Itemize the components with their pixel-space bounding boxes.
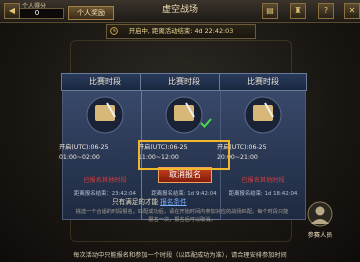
info-mid: 的才能	[138, 198, 159, 206]
close-icon[interactable]: ✕	[344, 3, 360, 19]
help-icon[interactable]: ?	[318, 3, 334, 19]
scroll-icon	[86, 96, 124, 134]
card-header: 比赛时段	[140, 73, 228, 91]
checkmark-icon	[200, 118, 212, 128]
card-header: 比赛时段	[61, 73, 149, 91]
page-title: 虚空战场	[161, 5, 198, 15]
clock-icon	[110, 27, 118, 35]
bottom-note: 每次活动中只能报名和参加一个时段（以匹配成功为准），请合理安排参加时间	[73, 252, 287, 259]
trophy-icon[interactable]: ♜	[290, 3, 306, 19]
status-bar: 开启中, 距离活动结束: 4d 22:42:03	[106, 24, 256, 39]
card-header: 比赛时段	[219, 73, 307, 91]
selected-time-highlight	[138, 140, 230, 170]
session-time: 开启(UTC):06-25 20:00~21:00	[217, 144, 267, 161]
info-prefix: 只有满足	[112, 198, 139, 206]
back-arrow-icon[interactable]: ◀	[4, 3, 20, 19]
participants-label[interactable]: 参赛人员	[298, 230, 342, 239]
participants-icon[interactable]	[302, 200, 338, 230]
registration-status: 已报名其他时段	[241, 177, 285, 184]
registration-conditions-link[interactable]: 报名条件	[160, 198, 186, 206]
registration-status: 已报名其他时段	[83, 177, 127, 184]
status-text: 开启中, 距离活动结束: 4d 22:42:03	[128, 27, 234, 35]
description-text: 挑选一个合适的时段报名。匹配成功后，请在开始时间内参加对应的战场匹配。每个时段只…	[75, 209, 289, 223]
scroll-icon	[165, 96, 203, 134]
scroll-icon	[244, 96, 282, 134]
eligibility-info: 只有满足的才能 报名条件	[112, 196, 282, 206]
book-icon[interactable]: ▤	[262, 3, 278, 19]
personal-reward-button[interactable]: 个人奖励	[68, 6, 114, 20]
